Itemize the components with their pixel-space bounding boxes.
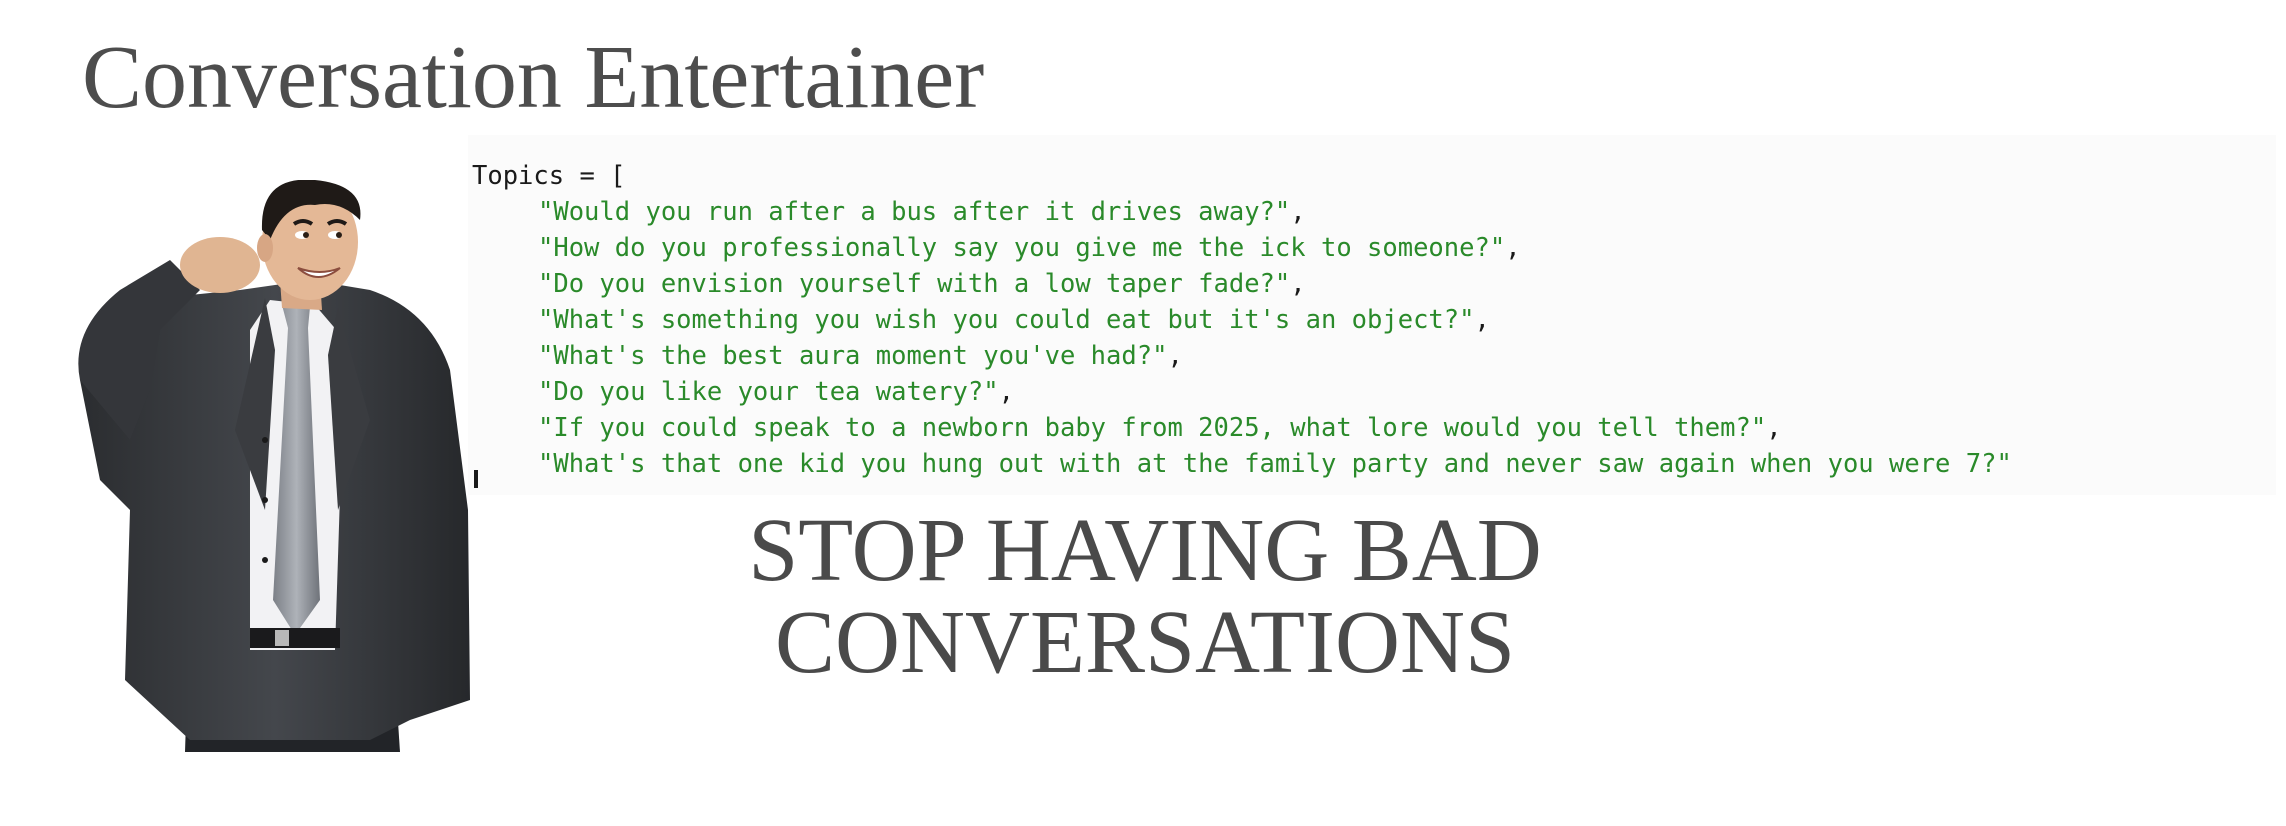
- slogan-line: CONVERSATIONS: [774, 593, 1516, 692]
- page-title: Conversation Entertainer: [82, 28, 985, 127]
- topic-string: "Do you like your tea watery?": [538, 377, 999, 407]
- topic-line: "Do you like your tea watery?",: [538, 377, 1014, 407]
- topic-string: "How do you professionally say you give …: [538, 233, 1506, 263]
- topic-line: "What's something you wish you could eat…: [538, 305, 1490, 335]
- topic-string: "What's something you wish you could eat…: [538, 305, 1475, 335]
- topic-string: "Would you run after a bus after it driv…: [538, 197, 1291, 227]
- topic-line: "What's the best aura moment you've had?…: [538, 341, 1183, 371]
- slogan-heading: STOP HAVING BAD CONVERSATIONS: [600, 505, 1690, 689]
- topic-line: "Do you envision yourself with a low tap…: [538, 269, 1306, 299]
- topic-string: "Do you envision yourself with a low tap…: [538, 269, 1291, 299]
- topic-string: "What's that one kid you hung out with a…: [538, 449, 2012, 479]
- code-header-line: Topics = [: [472, 161, 626, 191]
- topic-line: "What's that one kid you hung out with a…: [472, 446, 2012, 482]
- topic-line: "If you could speak to a newborn baby fr…: [538, 413, 1782, 443]
- topic-line: "Would you run after a bus after it driv…: [538, 197, 1306, 227]
- topic-string: "What's the best aura moment you've had?…: [538, 341, 1168, 371]
- slogan-line: STOP HAVING BAD: [748, 501, 1542, 600]
- topics-code-block: Topics = [ "Would you run after a bus aft…: [472, 158, 2012, 482]
- awkward-businessman-image: [78, 180, 470, 752]
- topic-line: "How do you professionally say you give …: [538, 233, 1521, 263]
- topic-string: "If you could speak to a newborn baby fr…: [538, 413, 1767, 443]
